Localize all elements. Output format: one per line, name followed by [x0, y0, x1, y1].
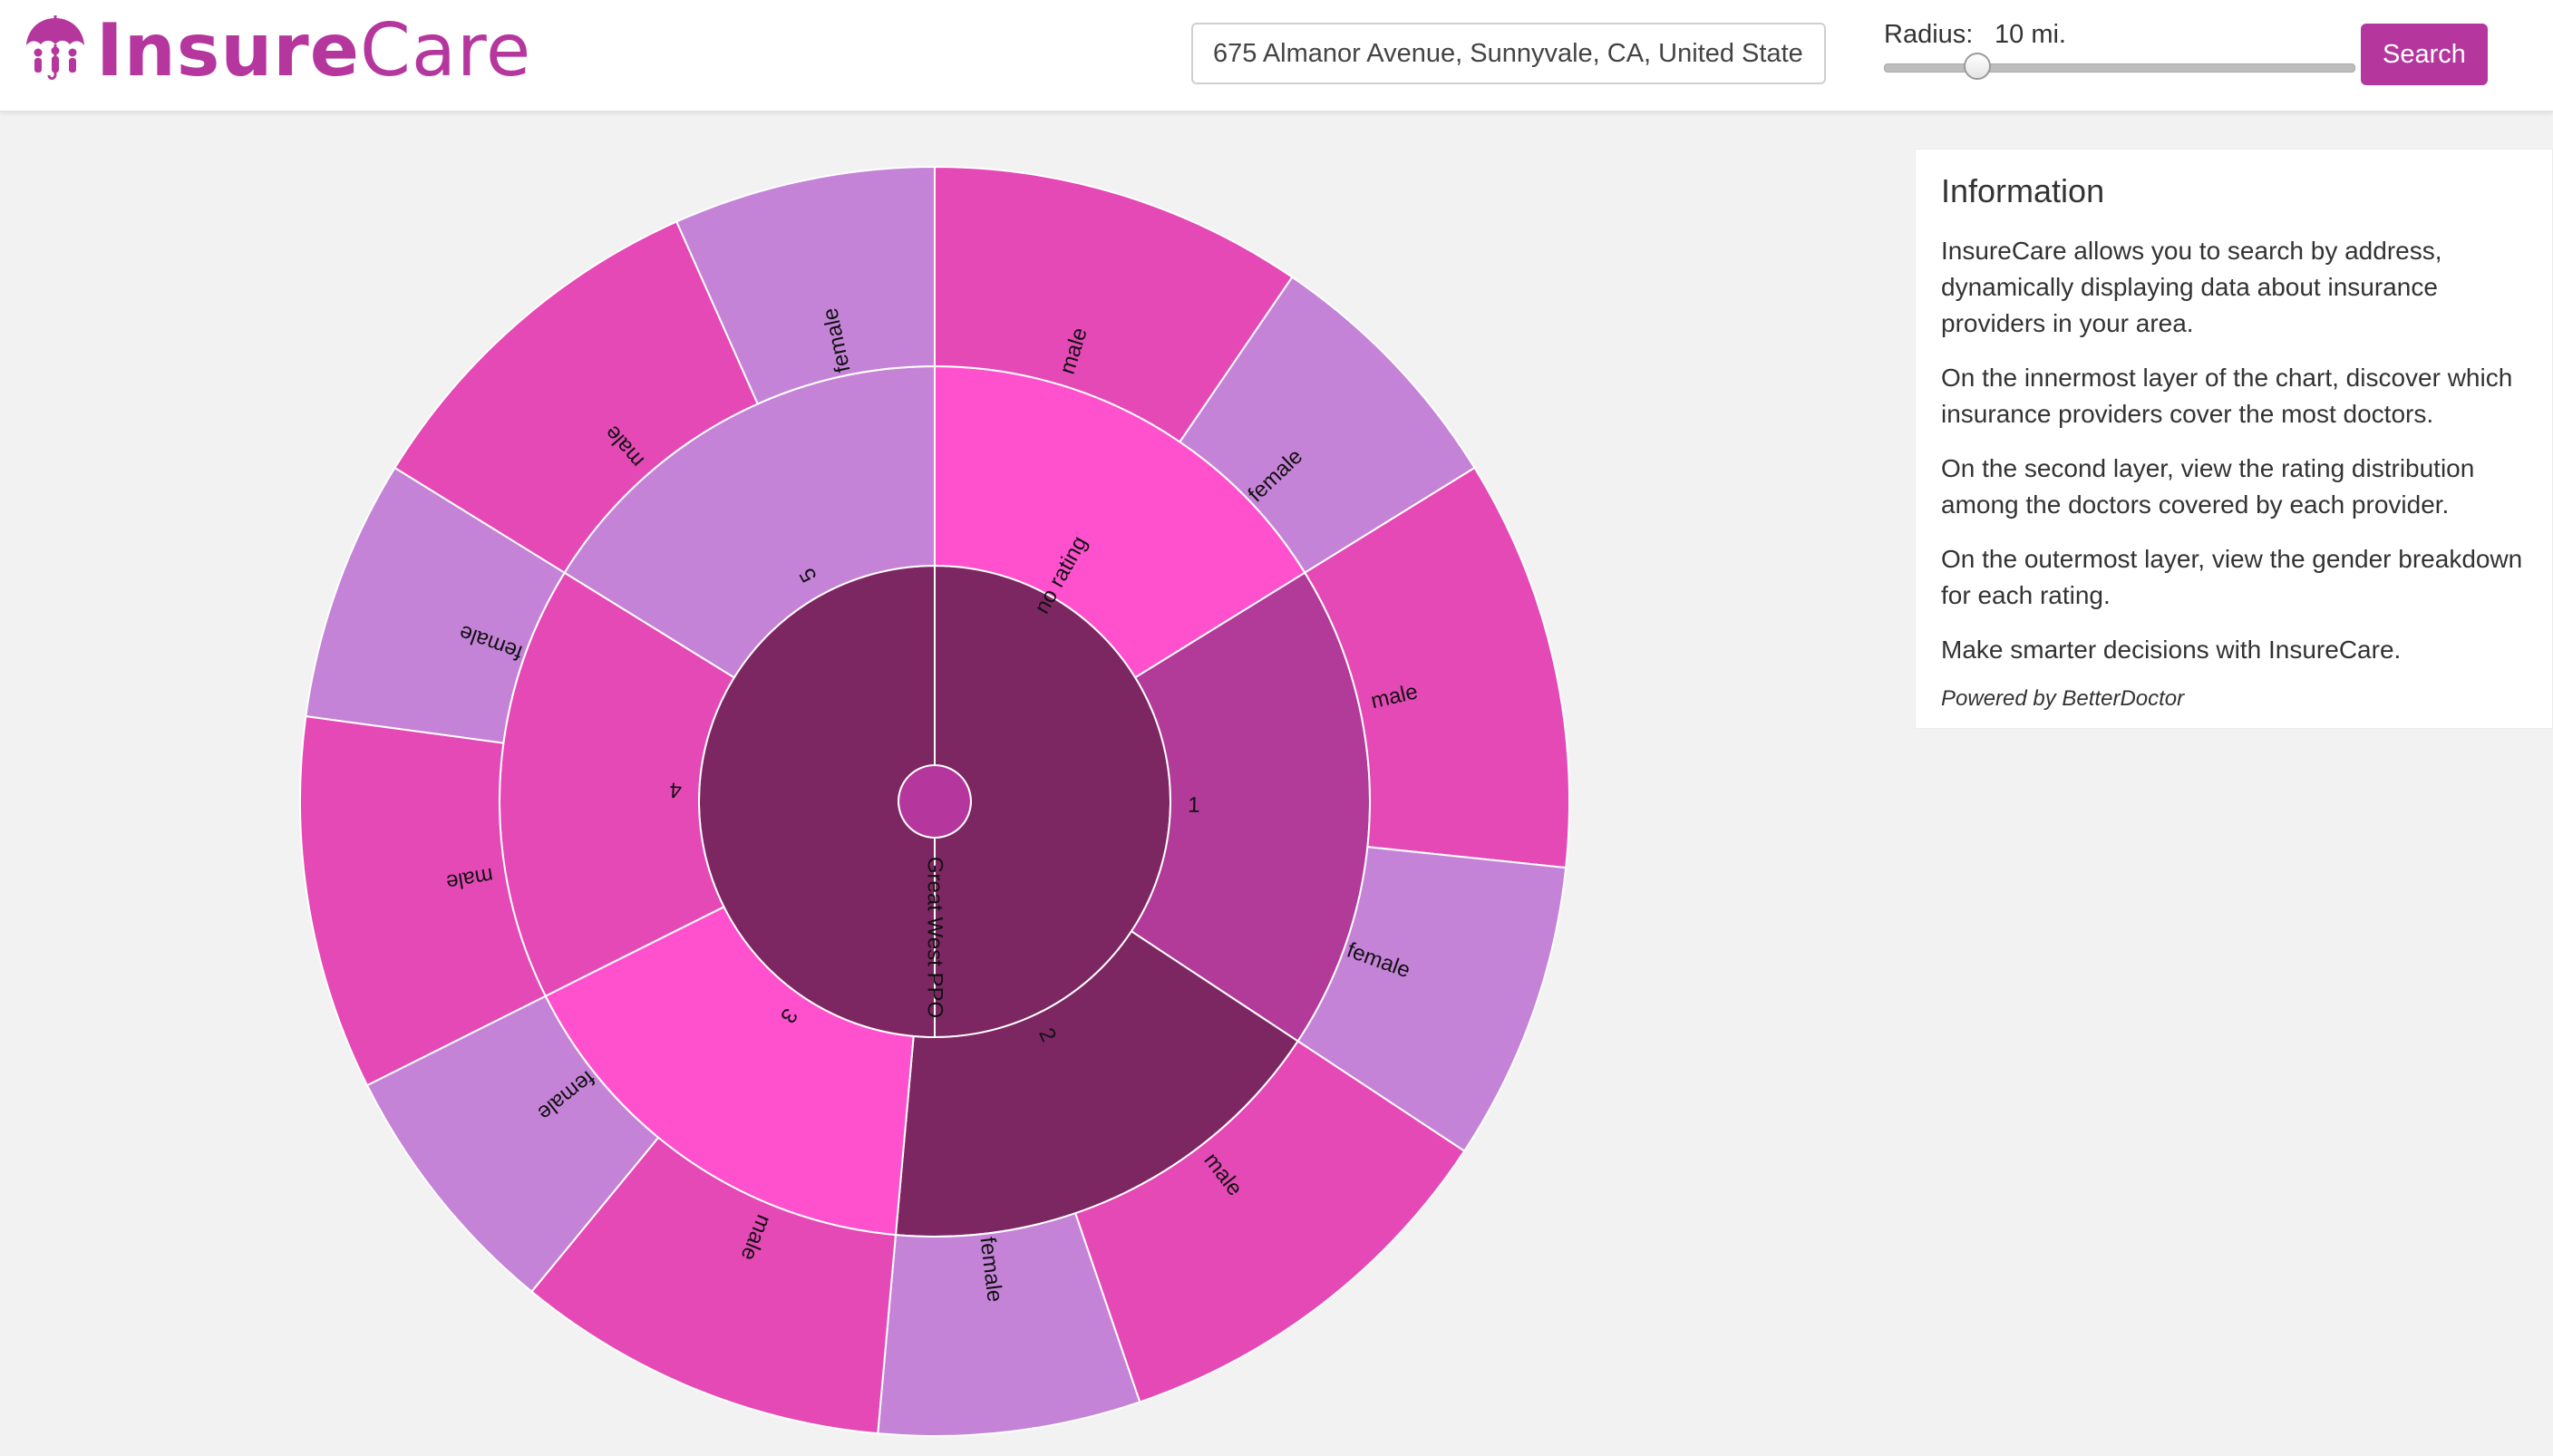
- address-input[interactable]: [1191, 23, 1826, 84]
- sunburst-chart: Great West PPOno ratingmalefemale1malefe…: [299, 165, 1570, 1437]
- app-logo[interactable]: InsureCare: [96, 5, 531, 96]
- search-button[interactable]: Search: [2361, 24, 2488, 85]
- powered-by-credit: Powered by BetterDoctor: [1941, 686, 2185, 711]
- provider-label: Great West PPO: [923, 857, 947, 1018]
- info-paragraph: Make smarter decisions with InsureCare.: [1941, 636, 2402, 664]
- radius-slider-track[interactable]: [1884, 63, 2355, 73]
- radius-value: 10 mi.: [1995, 20, 2066, 49]
- info-paragraph: On the second layer, view the rating dis…: [1941, 454, 2475, 519]
- radius-label: Radius:: [1884, 20, 1974, 49]
- logo-text-light: Care: [360, 8, 532, 92]
- top-bar: InsureCare Radius: 10 mi. Search: [0, 0, 2553, 112]
- rating-label: 1: [1188, 793, 1200, 818]
- info-paragraph: On the innermost layer of the chart, dis…: [1941, 364, 2513, 428]
- information-title: Information: [1941, 172, 2105, 209]
- rating-label: 4: [669, 777, 683, 802]
- info-paragraph: On the outermost layer, view the gender …: [1941, 545, 2523, 609]
- info-paragraph: InsureCare allows you to search by addre…: [1941, 237, 2442, 337]
- umbrella-family-icon: [26, 15, 84, 81]
- logo-text-bold: Insure: [96, 8, 360, 92]
- information-panel: Information InsureCare allows you to sea…: [1915, 149, 2553, 729]
- radius-slider-thumb[interactable]: [1964, 53, 1991, 80]
